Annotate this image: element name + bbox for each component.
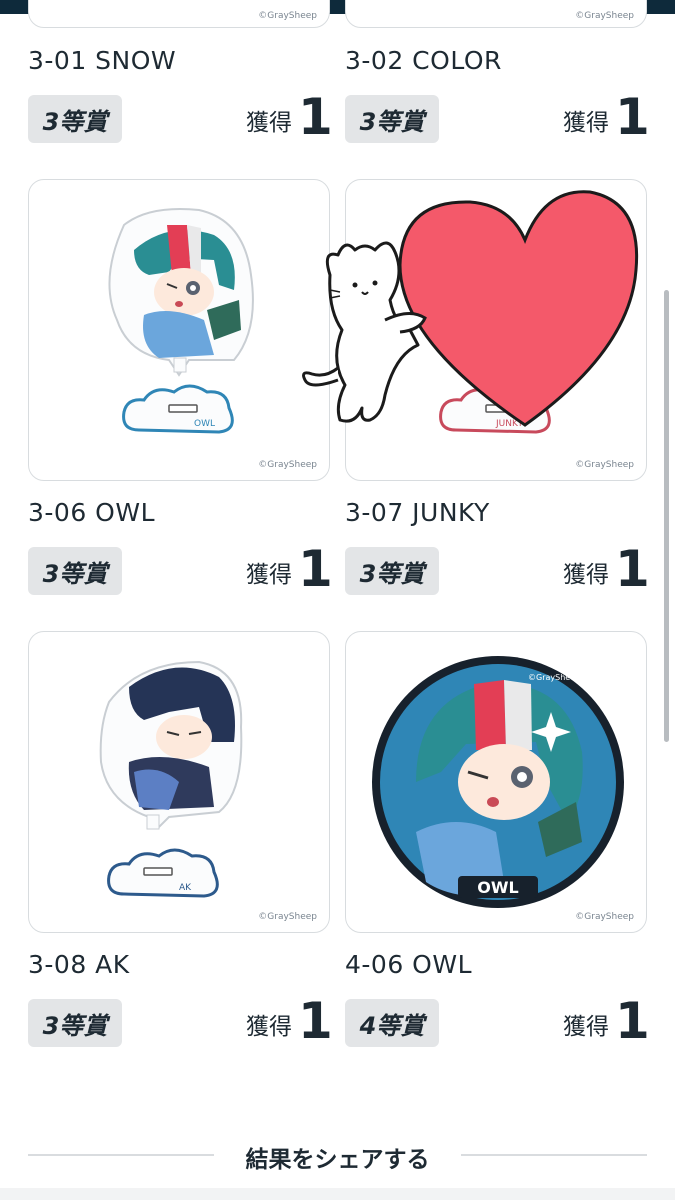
copyright-text: ©GraySheep [258, 460, 317, 470]
prize-rank-badge: 3等賞 [28, 95, 122, 143]
prize-rank-badge: 3等賞 [28, 999, 122, 1047]
share-results-button[interactable]: 結果をシェアする [216, 1140, 459, 1174]
item-name: 3-07 JUNKY [345, 498, 490, 527]
prize-rank-badge: 3等賞 [345, 95, 439, 143]
product-card-ak-stand[interactable]: AK ©GraySheep [28, 631, 330, 933]
item-name: 3-08 AK [28, 950, 130, 979]
copyright-text: ©GraySheep [575, 912, 634, 922]
prize-rank-badge: 3等賞 [345, 547, 439, 595]
item-name: 3-06 OWL [28, 498, 156, 527]
acquired-number: 1 [615, 88, 650, 146]
cat-heart-sticker [302, 190, 639, 427]
stand-label-text: OWL [194, 419, 215, 429]
acquired-count: 獲得 1 [563, 88, 650, 146]
copyright-text: ©GraySheep [258, 11, 317, 21]
product-card-owl-badge[interactable]: OWL ©GraySheep ©GraySheep [345, 631, 647, 933]
share-buttons-strip [0, 1188, 675, 1200]
divider-left [28, 1154, 214, 1156]
badge-copyright-text: ©GraySheep [528, 673, 580, 682]
acquired-count: 獲得 1 [246, 88, 333, 146]
acquired-label: 獲得 [246, 562, 292, 588]
copyright-text: ©GraySheep [575, 460, 634, 470]
prize-rank-badge: 3等賞 [28, 547, 122, 595]
acquired-number: 1 [298, 540, 333, 598]
badge-logo-text: OWL [477, 878, 518, 897]
acquired-count: 獲得 1 [246, 992, 333, 1050]
acquired-count: 獲得 1 [246, 540, 333, 598]
acrylic-stand-ak-image: AK [99, 660, 243, 898]
acrylic-stand-owl-image: OWL [108, 208, 254, 434]
acquired-number: 1 [615, 540, 650, 598]
can-badge-owl-image: OWL ©GraySheep [372, 656, 624, 908]
product-card-partial[interactable]: ©GraySheep [345, 0, 647, 28]
prize-rank-badge: 4等賞 [345, 999, 439, 1047]
product-card-partial[interactable]: ©GraySheep [28, 0, 330, 28]
item-name: 4-06 OWL [345, 950, 473, 979]
copyright-text: ©GraySheep [258, 912, 317, 922]
acquired-number: 1 [298, 992, 333, 1050]
acquired-count: 獲得 1 [563, 540, 650, 598]
acquired-label: 獲得 [246, 110, 292, 136]
divider-right [461, 1154, 647, 1156]
acquired-number: 1 [298, 88, 333, 146]
product-card-owl-stand[interactable]: OWL ©GraySheep [28, 179, 330, 481]
acquired-number: 1 [615, 992, 650, 1050]
scrollbar[interactable] [664, 290, 669, 742]
acquired-label: 獲得 [563, 1014, 609, 1040]
item-name: 3-01 SNOW [28, 46, 177, 75]
copyright-text: ©GraySheep [575, 11, 634, 21]
acquired-count: 獲得 1 [563, 992, 650, 1050]
acquired-label: 獲得 [563, 110, 609, 136]
item-name: 3-02 COLOR [345, 46, 502, 75]
stand-label-text: AK [179, 883, 192, 893]
acquired-label: 獲得 [246, 1014, 292, 1040]
acquired-label: 獲得 [563, 562, 609, 588]
share-section: 結果をシェアする [0, 1130, 675, 1180]
